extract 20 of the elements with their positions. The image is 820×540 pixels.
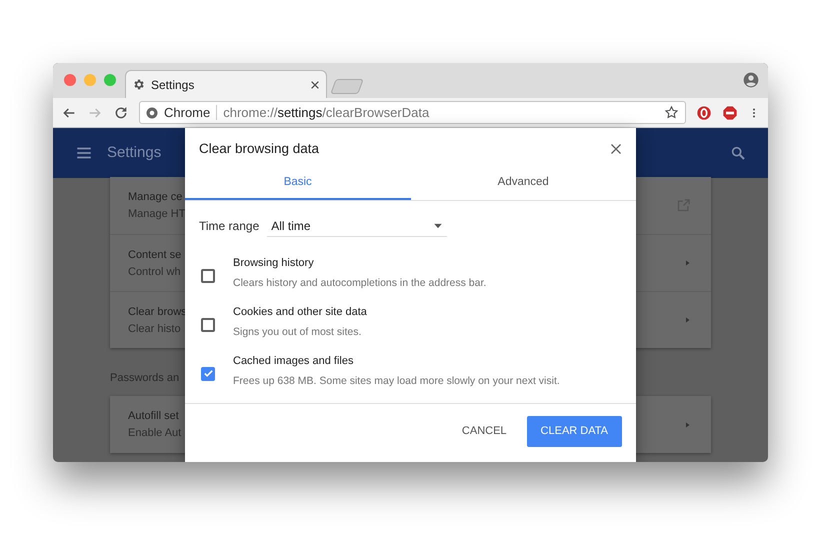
- option-title: Browsing history: [233, 256, 315, 272]
- row-title: Content se: [128, 248, 182, 262]
- page-title: Settings: [107, 142, 162, 163]
- row-subtitle: Enable Aut: [128, 426, 182, 440]
- option-description: Frees up 638 MB. Some sites may load more slowly on your next visit.: [233, 374, 560, 389]
- dialog-title: Clear browsing data: [199, 140, 320, 158]
- row-subtitle: Control wh: [128, 264, 181, 278]
- tab-title: Settings: [151, 76, 196, 94]
- row-subtitle: Clear histo: [128, 322, 181, 336]
- option-title: Cached images and files: [233, 354, 354, 370]
- option-description: Signs you out of most sites.: [233, 324, 362, 340]
- option-title: Cookies and other site data: [233, 305, 367, 320]
- row-title: Autofill set: [128, 409, 179, 423]
- field-label: Time range: [199, 218, 260, 235]
- site-label: Chrome: [164, 104, 210, 122]
- row-title: Manage ce: [128, 190, 182, 204]
- option-description: Clears history and autocompletions in the address bar.: [233, 276, 486, 291]
- row-subtitle: Manage HT: [128, 207, 186, 221]
- url-text: chrome://settings/clearBrowserData: [223, 104, 430, 122]
- row-title: Clear brows: [128, 304, 187, 318]
